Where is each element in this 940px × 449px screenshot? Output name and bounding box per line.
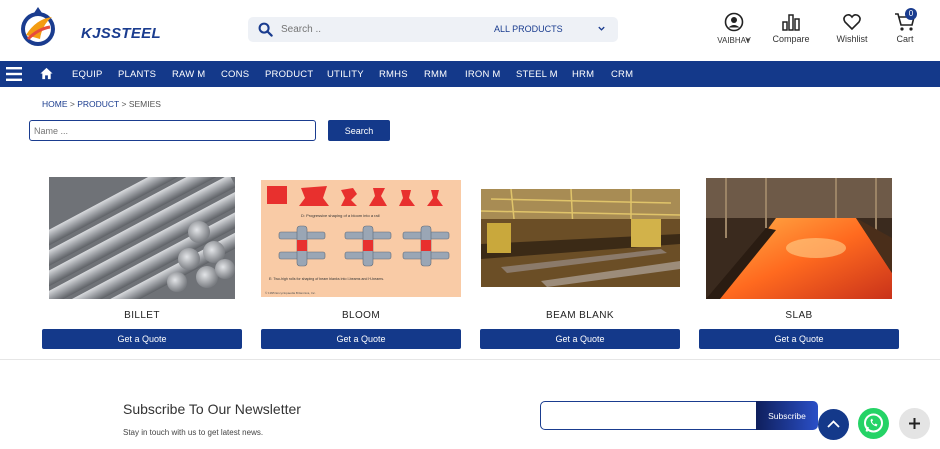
cart-link[interactable]: 0 Cart bbox=[890, 8, 920, 44]
nav-item-raw-m[interactable]: RAW M bbox=[172, 69, 205, 80]
site-header: KJSSTEEL ALL PRODUCTS VAIBHAV ▾ Compare bbox=[0, 0, 940, 61]
breadcrumb-separator: > bbox=[121, 99, 127, 109]
nav-item-rmhs[interactable]: RMHS bbox=[379, 69, 408, 80]
get-quote-button-billet[interactable]: Get a Quote bbox=[42, 329, 242, 349]
more-actions-button[interactable] bbox=[899, 408, 930, 439]
nav-item-steel-m[interactable]: STEEL M bbox=[516, 69, 558, 80]
caret-down-icon[interactable]: ▾ bbox=[746, 36, 750, 44]
category-select[interactable]: ALL PRODUCTS bbox=[494, 24, 563, 34]
main-nav: EQUIP PLANTS RAW M CONS PRODUCT UTILITY … bbox=[0, 61, 940, 87]
slab-photo bbox=[706, 178, 892, 299]
nav-item-plants[interactable]: PLANTS bbox=[118, 69, 156, 80]
bloom-image[interactable]: D: Progressive shaping of a bloom into a… bbox=[261, 180, 461, 297]
search-input[interactable] bbox=[281, 21, 461, 38]
chevron-up-icon bbox=[827, 420, 840, 428]
nav-item-cons[interactable]: CONS bbox=[221, 69, 249, 80]
section-divider bbox=[0, 359, 940, 360]
subscribe-button[interactable]: Subscribe bbox=[756, 401, 818, 430]
breadcrumb-separator: > bbox=[69, 99, 75, 109]
menu-icon[interactable] bbox=[6, 66, 22, 82]
newsletter-subtitle: Stay in touch with us to get latest news… bbox=[123, 428, 264, 437]
beam-blank-photo bbox=[481, 189, 680, 287]
filter-search-button[interactable]: Search bbox=[328, 120, 390, 141]
home-icon[interactable] bbox=[40, 67, 53, 80]
billet-image[interactable] bbox=[49, 177, 235, 299]
scroll-to-top-button[interactable] bbox=[818, 409, 849, 440]
nav-item-hrm[interactable]: HRM bbox=[572, 69, 594, 80]
product-title-bloom: BLOOM bbox=[341, 310, 381, 321]
search-icon[interactable] bbox=[258, 22, 273, 37]
cart-label: Cart bbox=[896, 34, 914, 44]
nav-item-crm[interactable]: CRM bbox=[611, 69, 633, 80]
name-filter-input[interactable] bbox=[29, 120, 316, 141]
bloom-caption-d: D: Progressive shaping of a bloom into a… bbox=[301, 213, 380, 218]
compare-label: Compare bbox=[772, 34, 810, 44]
nav-item-utility[interactable]: UTILITY bbox=[327, 69, 364, 80]
get-quote-button-slab[interactable]: Get a Quote bbox=[699, 329, 899, 349]
logo-emblem-icon bbox=[21, 7, 55, 46]
compare-icon bbox=[782, 14, 800, 31]
breadcrumb-current: SEMIES bbox=[128, 99, 161, 109]
nav-item-rmm[interactable]: RMM bbox=[424, 69, 447, 80]
cart-count-badge: 0 bbox=[905, 8, 917, 20]
wishlist-link[interactable]: Wishlist bbox=[833, 12, 871, 44]
brand-name: KJSSTEEL bbox=[81, 25, 161, 42]
wishlist-label: Wishlist bbox=[836, 34, 868, 44]
bloom-caption-e: E: Two-high rolls for shaping of beam bl… bbox=[269, 277, 384, 281]
beam-blank-image[interactable] bbox=[481, 189, 680, 287]
nav-item-iron-m[interactable]: IRON M bbox=[465, 69, 501, 80]
whatsapp-button[interactable] bbox=[858, 408, 889, 439]
product-title-beam-blank: BEAM BLANK bbox=[546, 310, 614, 321]
brand-logo[interactable]: KJSSTEEL bbox=[14, 5, 161, 49]
newsletter-title: Subscribe To Our Newsletter bbox=[123, 401, 301, 417]
slab-image[interactable] bbox=[706, 178, 892, 299]
user-icon bbox=[724, 12, 744, 32]
global-search: ALL PRODUCTS bbox=[248, 17, 618, 42]
product-title-billet: BILLET bbox=[124, 310, 160, 321]
bloom-diagram: D: Progressive shaping of a bloom into a… bbox=[261, 180, 461, 297]
heart-icon bbox=[843, 13, 861, 31]
bloom-copyright: © 1995 Encyclopaedia Britannica, Inc. bbox=[265, 291, 316, 295]
get-quote-button-beam-blank[interactable]: Get a Quote bbox=[480, 329, 680, 349]
breadcrumb-product[interactable]: PRODUCT bbox=[77, 99, 119, 109]
plus-icon bbox=[909, 418, 920, 429]
breadcrumb-home[interactable]: HOME bbox=[42, 99, 68, 109]
whatsapp-icon bbox=[864, 413, 883, 433]
compare-link[interactable]: Compare bbox=[770, 12, 812, 44]
breadcrumb: HOME > PRODUCT > SEMIES bbox=[42, 99, 161, 109]
get-quote-button-bloom[interactable]: Get a Quote bbox=[261, 329, 461, 349]
nav-item-equip[interactable]: EQUIP bbox=[72, 69, 103, 80]
billet-photo bbox=[49, 177, 235, 299]
nav-item-product[interactable]: PRODUCT bbox=[265, 69, 313, 80]
chevron-down-icon[interactable] bbox=[597, 24, 606, 33]
newsletter-email-input[interactable] bbox=[540, 401, 758, 430]
product-title-slab: SLAB bbox=[785, 310, 813, 321]
